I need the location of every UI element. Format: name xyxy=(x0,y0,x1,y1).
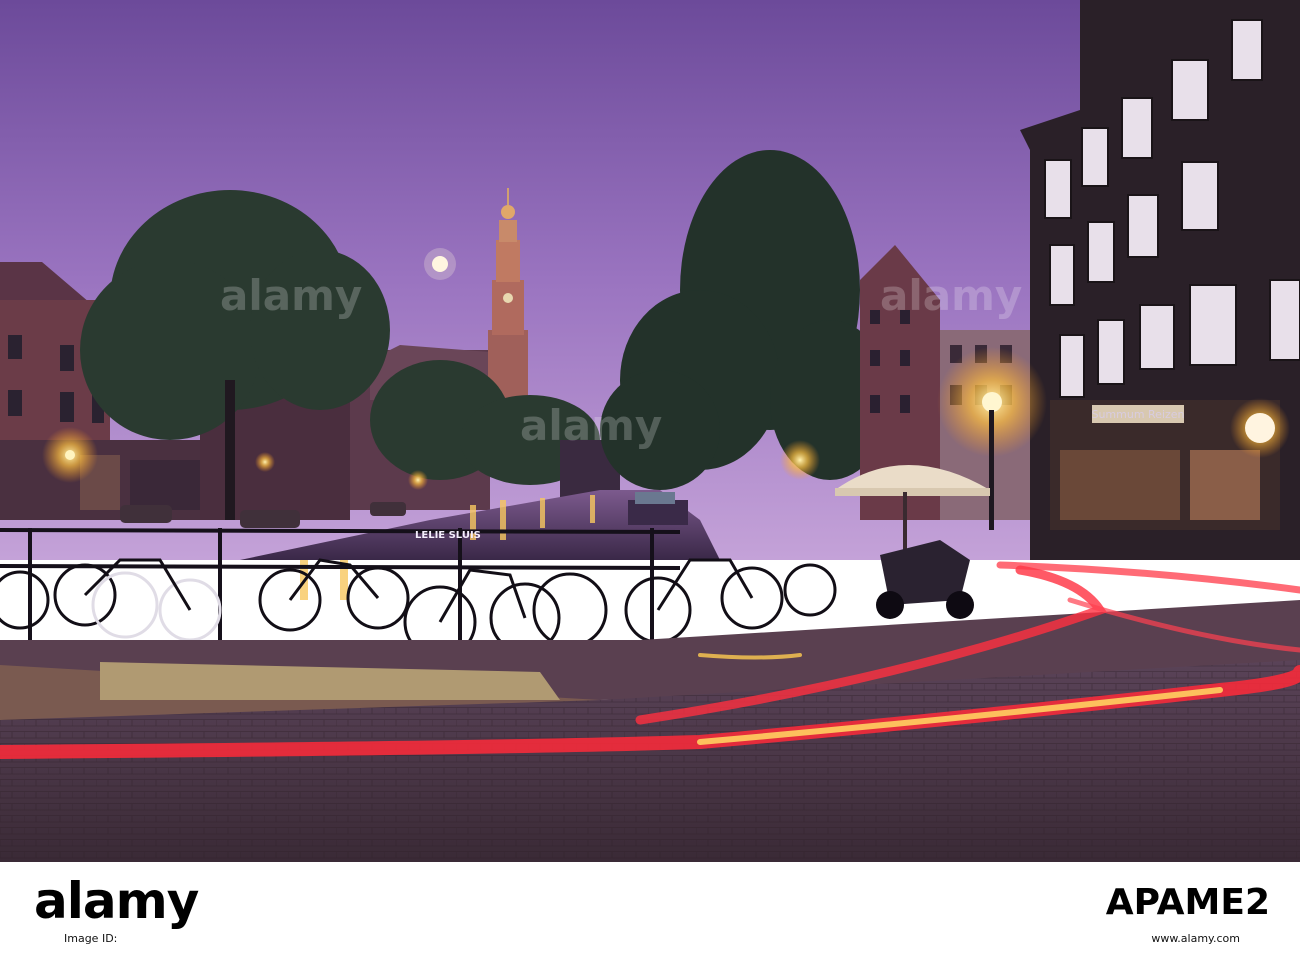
bridge-sign: LELIE SLUIS xyxy=(415,530,481,541)
watermark: alamy xyxy=(880,271,1022,320)
amsterdam-canal-scene: Summum Reizen LELIE SLUIS alamy alamy al… xyxy=(0,0,1300,862)
stock-photo: Summum Reizen LELIE SLUIS alamy alamy al… xyxy=(0,0,1300,862)
image-id-label: Image ID: xyxy=(64,932,118,945)
watermark: alamy xyxy=(520,401,662,450)
site-url[interactable]: www.alamy.com xyxy=(1151,932,1240,945)
watermark: alamy xyxy=(220,271,362,320)
shop-sign: Summum Reizen xyxy=(1091,408,1184,421)
alamy-logo: alamy xyxy=(34,872,199,930)
stock-id: APAME2 xyxy=(1105,882,1270,923)
